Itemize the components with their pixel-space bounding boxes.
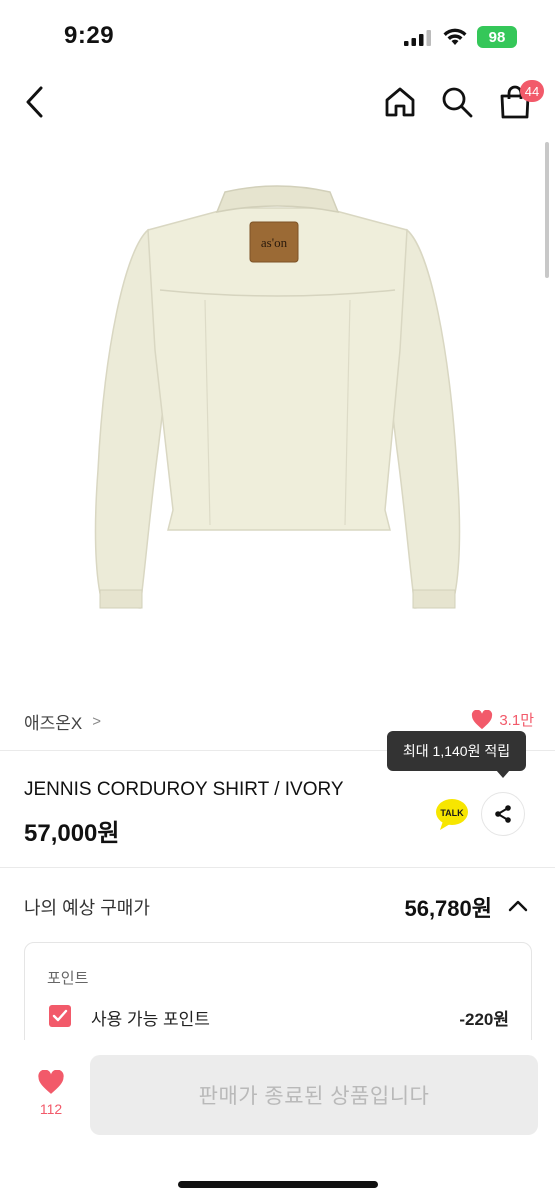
battery-indicator: 98 — [477, 26, 517, 48]
reward-tooltip: 최대 1,140원 적립 — [387, 731, 526, 771]
divider — [0, 867, 555, 868]
use-point-checkbox[interactable] — [49, 1005, 71, 1027]
search-icon — [442, 87, 473, 118]
home-icon — [385, 87, 415, 117]
product-price: 57,000원 — [24, 820, 120, 847]
top-navigation — [0, 70, 555, 134]
home-button[interactable] — [380, 82, 420, 122]
status-time: 9:29 — [64, 22, 115, 49]
tooltip-arrow — [496, 770, 510, 778]
expected-price-value: 56,780원 — [404, 896, 492, 921]
battery-level: 98 — [488, 28, 506, 46]
scrollbar[interactable] — [545, 142, 549, 278]
chevron-up-icon[interactable] — [506, 894, 530, 918]
product-image[interactable]: as'on — [0, 150, 555, 690]
brand-name: 애즈온X — [24, 714, 83, 733]
back-button[interactable] — [18, 84, 52, 120]
like-button[interactable]: 3.1만 — [471, 709, 534, 730]
wish-button[interactable]: 112 — [28, 1070, 74, 1130]
status-bar: 9:29 98 — [0, 0, 555, 70]
checkmark-icon — [52, 1009, 68, 1022]
heart-icon — [472, 709, 493, 729]
kakao-talk-icon: TALK — [436, 799, 468, 830]
home-indicator — [178, 1181, 378, 1188]
talk-label: TALK — [440, 808, 464, 818]
expected-price-row[interactable]: 나의 예상 구매가 56,780원 — [24, 886, 534, 926]
point-option-label: 사용 가능 포인트 — [91, 1010, 210, 1029]
share-icon — [495, 805, 511, 823]
cart-count-badge: 44 — [520, 80, 544, 102]
search-button[interactable] — [437, 82, 477, 122]
chevron-right-icon: > — [92, 713, 102, 730]
point-section-title: 포인트 — [47, 970, 89, 987]
point-option-value: -220원 — [459, 1010, 509, 1029]
wish-count: 112 — [39, 1101, 63, 1117]
brand-label-patch: as'on — [261, 235, 288, 250]
brand-link[interactable]: 애즈온X > — [24, 709, 101, 734]
jacket-illustration: as'on — [94, 185, 461, 609]
wifi-icon — [443, 28, 467, 45]
chevron-left-icon — [26, 86, 43, 118]
product-title: JENNIS CORDUROY SHIRT / IVORY — [24, 779, 344, 800]
sold-out-button[interactable]: 판매가 종료된 상품입니다 — [90, 1055, 538, 1135]
cellular-signal-icon — [404, 30, 431, 46]
like-count: 3.1만 — [499, 712, 534, 729]
heart-icon — [38, 1070, 64, 1094]
expected-price-label: 나의 예상 구매가 — [24, 898, 150, 918]
kakao-talk-button[interactable]: TALK — [431, 793, 473, 835]
share-button[interactable] — [481, 792, 525, 836]
